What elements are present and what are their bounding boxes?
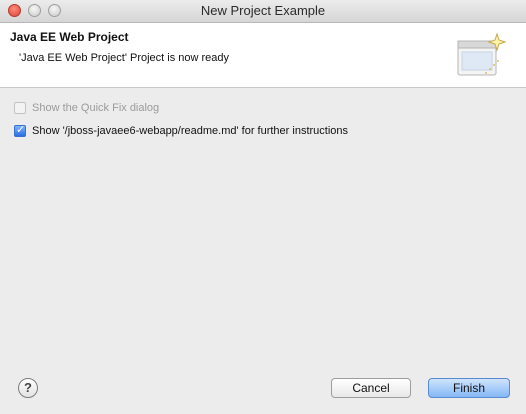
quick-fix-label: Show the Quick Fix dialog xyxy=(32,102,160,114)
readme-label: Show '/jboss-javaee6-webapp/readme.md' f… xyxy=(32,125,349,137)
window-title: New Project Example xyxy=(200,3,326,18)
dialog-footer: ? Cancel Finish xyxy=(0,362,526,414)
finish-button[interactable]: Finish xyxy=(428,378,510,398)
cancel-button[interactable]: Cancel xyxy=(331,378,411,398)
readme-checkbox[interactable] xyxy=(14,123,26,137)
quick-fix-option[interactable]: Show the Quick Fix dialog xyxy=(14,100,159,116)
header-message: 'Java EE Web Project' Project is now rea… xyxy=(19,52,230,64)
dialog-window: New Project Example Java EE Web Project … xyxy=(0,0,526,414)
wizard-header: Java EE Web Project 'Java EE Web Project… xyxy=(0,23,526,88)
header-title: Java EE Web Project xyxy=(10,30,129,44)
wizard-content: Show the Quick Fix dialog Show '/jboss-j… xyxy=(0,88,526,362)
quick-fix-checkbox[interactable] xyxy=(14,102,26,114)
new-project-window-icon xyxy=(457,32,506,76)
title-bar: New Project Example xyxy=(0,0,526,23)
readme-option[interactable]: Show '/jboss-javaee6-webapp/readme.md' f… xyxy=(14,123,348,139)
question-mark-icon[interactable]: ? xyxy=(18,378,38,398)
